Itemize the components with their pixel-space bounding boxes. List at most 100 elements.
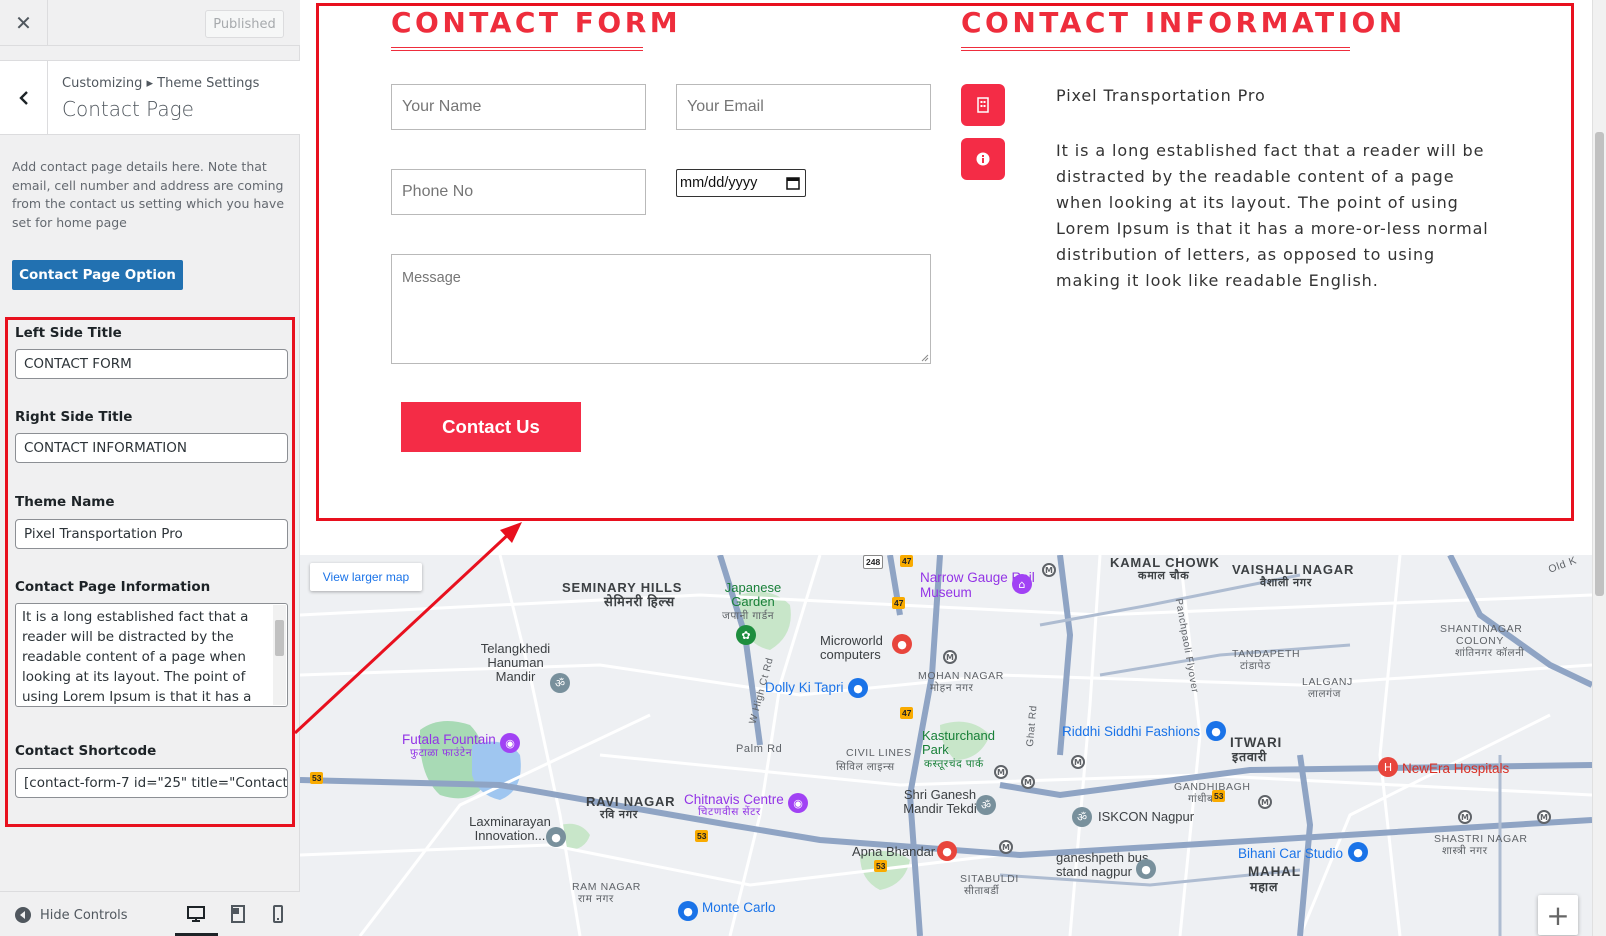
mobile-icon[interactable] [268,904,288,924]
chevron-left-icon [18,91,28,105]
theme-name-input[interactable]: Pixel Transportation Pro [15,519,288,549]
customizer-topbar: ✕ Published [0,0,300,46]
preview-scrollbar[interactable] [1592,0,1606,936]
metro-station-icon[interactable]: M [1042,563,1056,577]
metro-station-icon[interactable]: M [1258,795,1272,809]
map-label-palm-rd: Palm Rd [736,743,783,755]
published-button[interactable]: Published [205,10,284,38]
theme-name-label: Theme Name [15,494,115,510]
road-shield-53: 53 [310,772,324,784]
map-label-sitabuldi: SITABULDI [960,873,1019,885]
temple-pin-icon-2[interactable]: ॐ [976,795,996,815]
map-label-mahal-hi: महाल [1250,880,1279,894]
car-studio-pin-icon[interactable]: ● [1348,842,1368,862]
map-label-iskcon: ISKCON Nagpur [1098,809,1195,824]
metro-station-icon[interactable]: M [943,650,957,664]
left-title-label: Left Side Title [15,325,122,341]
map-zoom-in-button[interactable]: + [1538,895,1578,935]
message-textarea[interactable]: Message [391,254,931,364]
map-label-seminary-hills: SEMINARY HILLS [562,580,683,595]
metro-station-icon[interactable]: M [994,765,1008,779]
map-label-bihani: Bihani Car Studio [1238,846,1344,861]
map-label-kamal-chowk: KAMAL CHOWK [1110,555,1220,570]
hide-controls-button[interactable]: Hide Controls [14,906,128,924]
map-label-vaishali-nagar: VAISHALI NAGAR [1232,562,1355,577]
map-label-shastri-nagar-hi: शास्त्री नगर [1442,845,1488,857]
tablet-icon[interactable] [228,904,248,924]
map-label-civil-lines-hi: सिविल लाइन्स [836,761,895,773]
customizer-sidebar: ✕ Published Customizing ▸ Theme Settings… [0,0,300,936]
calendar-icon[interactable] [786,176,800,190]
monte-carlo-pin-icon[interactable]: ● [678,901,698,921]
map-label-shantinagar-hi: शांतिनगर कॉलनी [1455,647,1525,659]
info-icon [961,138,1005,180]
map-label-lalganj: LALGANJ [1302,676,1353,688]
map-label-shri-ganesh: Shri Ganesh Mandir Tekdi [903,787,977,816]
map-label-lalganj-hi: लालगंज [1308,688,1342,700]
metro-station-icon[interactable]: M [1071,755,1085,769]
preview-scroll-thumb[interactable] [1595,132,1604,596]
map-label-shastri-nagar: SHASTRI NAGAR [1434,833,1528,845]
temple-pin-icon[interactable]: ॐ [550,673,570,693]
map-label-kasturchand-hi: कस्तूरचंद पार्क [924,758,984,770]
section-header: Customizing ▸ Theme Settings Contact Pag… [0,60,300,135]
section-description: Add contact page details here. Note that… [12,159,285,230]
left-title-input[interactable]: CONTACT FORM [15,349,288,379]
road-shield-53: 53 [1212,790,1226,802]
textarea-scroll-thumb[interactable] [275,620,284,656]
shopping-pin-icon[interactable]: ● [848,678,868,698]
shortcode-input[interactable]: [contact-form-7 id="25" title="Contact F… [15,768,288,798]
info-description: It is a long established fact that a rea… [1056,141,1489,290]
date-input[interactable]: mm/dd/yyyy [676,169,806,197]
textarea-scrollbar[interactable] [273,605,286,705]
embedded-map[interactable]: View larger map SEMINARY HILLS सेमिनरी ह… [300,555,1592,936]
metro-station-icon[interactable]: M [1458,810,1472,824]
hospital-pin-icon[interactable]: H [1378,757,1398,777]
section-title: Contact Page [62,97,194,121]
bus-stand-pin-icon[interactable]: ● [1136,859,1156,879]
map-label-futala: Futala Fountain [402,732,496,747]
metro-station-icon[interactable]: M [999,840,1013,854]
view-larger-map-link[interactable]: View larger map [310,563,422,591]
phone-input[interactable]: Phone No [391,169,646,215]
road-shield-53: 53 [874,860,888,872]
right-title-input[interactable]: CONTACT INFORMATION [15,433,288,463]
fashion-pin-icon[interactable]: ● [1206,721,1226,741]
contact-page-option-button[interactable]: Contact Page Option [12,260,183,290]
resize-handle-icon[interactable] [920,353,929,362]
contact-info-underline [961,47,1350,51]
desktop-icon[interactable] [186,904,206,924]
map-label-futala-hi: फुटाळा फाउंटेन [410,747,473,759]
metro-station-icon[interactable]: M [1021,775,1035,789]
iskcon-pin-icon[interactable]: ॐ [1072,807,1092,827]
info-textarea[interactable]: It is a long established fact that a rea… [15,603,288,707]
map-label-riddhi: Riddhi Siddhi Fashions [1062,724,1201,739]
shortcode-label: Contact Shortcode [15,743,157,759]
museum-pin-icon[interactable]: ⌂ [1012,574,1032,594]
shop-pin-icon[interactable]: ● [892,634,912,654]
contact-us-button[interactable]: Contact Us [401,402,581,452]
right-title-label: Right Side Title [15,409,133,425]
metro-station-icon[interactable]: M [1537,810,1551,824]
back-button[interactable] [0,61,48,135]
centre-pin-icon[interactable]: ◉ [788,793,808,813]
road-shield-248: 248 [863,555,884,569]
map-label-shantinagar: SHANTINAGAR COLONY [1440,623,1523,647]
institute-pin-icon[interactable]: ● [546,827,566,847]
map-label-itwari-hi: इतवारी [1232,750,1268,764]
park-pin-icon[interactable]: ✿ [736,625,756,645]
close-customizer-button[interactable]: ✕ [0,0,48,46]
email-input[interactable]: Your Email [676,84,931,130]
map-label-ram-nagar: RAM NAGAR [572,881,641,893]
name-input[interactable]: Your Name [391,84,646,130]
map-label-mohan-nagar-hi: मोहन नगर [930,682,974,694]
store-pin-icon[interactable]: ● [937,841,957,861]
contact-form-title: CONTACT FORM [391,6,682,39]
map-label-ganeshpeth: ganeshpeth bus stand nagpur [1056,850,1149,879]
attraction-pin-icon[interactable]: ◉ [500,733,520,753]
map-label-ram-nagar-hi: राम नगर [578,893,614,905]
map-label-ravi-nagar-hi: रवि नगर [600,809,639,821]
contact-info-title: CONTACT INFORMATION [961,6,1406,39]
hide-controls-label: Hide Controls [40,907,128,923]
map-label-dolly-ki-tapri: Dolly Ki Tapri [765,680,844,695]
